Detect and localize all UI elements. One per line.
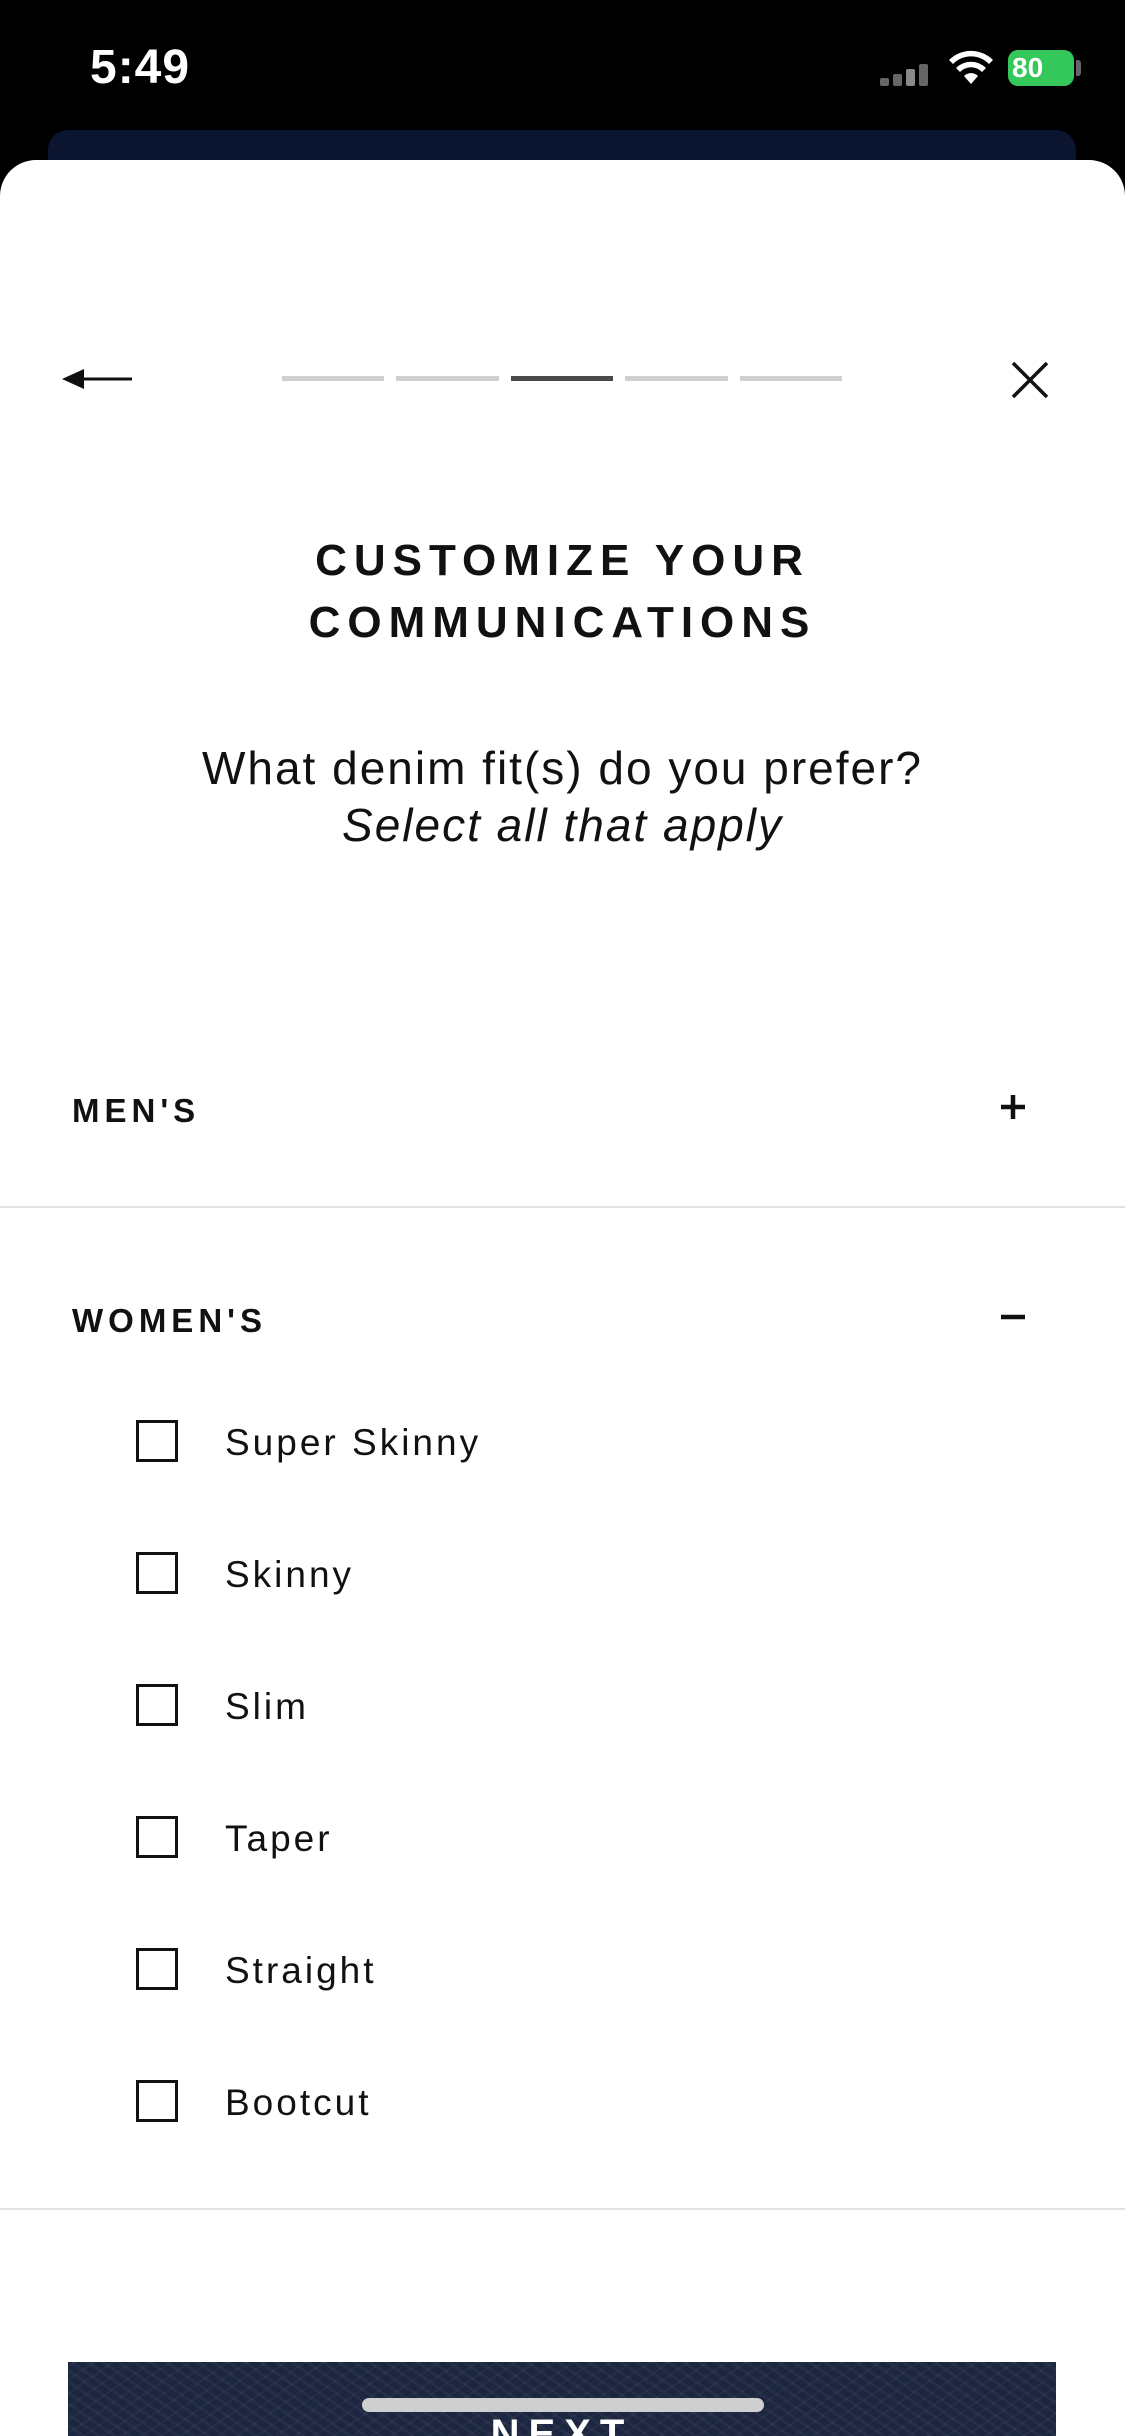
wifi-icon <box>949 50 993 84</box>
battery-level: 80 <box>1012 52 1044 83</box>
minus-icon <box>1001 1314 1025 1320</box>
section-womens-label: WOMEN'S <box>72 1302 268 1339</box>
progress-step-1 <box>282 376 385 381</box>
option-straight[interactable]: Straight <box>136 1942 836 2002</box>
checkbox[interactable] <box>136 1684 178 1726</box>
divider <box>0 2208 1125 2210</box>
section-mens-label: MEN'S <box>72 1092 201 1129</box>
arrow-left-icon <box>62 369 132 389</box>
close-icon <box>1011 361 1049 399</box>
step-progress <box>282 376 843 382</box>
back-button[interactable] <box>58 350 138 410</box>
option-label: Bootcut <box>225 2082 372 2123</box>
instruction-text: Select all that apply <box>342 799 783 851</box>
section-womens[interactable]: WOMEN'S <box>0 1282 1125 1372</box>
option-label: Skinny <box>225 1554 355 1595</box>
battery-cap <box>1076 60 1081 76</box>
customize-sheet: CUSTOMIZE YOUR COMMUNICATIONS What denim… <box>0 160 1125 2436</box>
progress-step-3 <box>510 376 614 381</box>
status-time: 5:49 <box>90 41 191 94</box>
next-button-label: NEXT <box>490 2412 634 2436</box>
option-label: Taper <box>225 1818 333 1859</box>
page-title: CUSTOMIZE YOUR COMMUNICATIONS <box>0 530 1125 654</box>
progress-step-2 <box>396 376 499 381</box>
battery-icon: 80 <box>1008 50 1074 86</box>
option-label: Slim <box>225 1686 309 1727</box>
plus-icon <box>1001 1095 1025 1119</box>
option-skinny[interactable]: Skinny <box>136 1546 836 1606</box>
option-super-skinny[interactable]: Super Skinny <box>136 1414 836 1474</box>
checkbox[interactable] <box>136 1816 178 1858</box>
option-bootcut[interactable]: Bootcut <box>136 2074 836 2134</box>
section-mens[interactable]: MEN'S <box>0 1072 1125 1162</box>
checkbox[interactable] <box>136 1552 178 1594</box>
title-line-2: COMMUNICATIONS <box>308 598 817 647</box>
option-slim[interactable]: Slim <box>136 1678 836 1738</box>
status-bar: 5:49 80 <box>0 0 1125 130</box>
question-text: What denim fit(s) do you prefer? <box>201 742 924 794</box>
checkbox[interactable] <box>136 1948 178 1990</box>
option-taper[interactable]: Taper <box>136 1810 836 1870</box>
checkbox[interactable] <box>136 1420 178 1462</box>
checkbox[interactable] <box>136 2080 178 2122</box>
title-line-1: CUSTOMIZE YOUR <box>315 536 810 585</box>
cellular-signal-icon <box>880 62 932 86</box>
option-label: Super Skinny <box>225 1422 482 1463</box>
option-label: Straight <box>225 1950 377 1991</box>
close-button[interactable] <box>1000 350 1060 410</box>
home-indicator[interactable] <box>362 2398 764 2412</box>
progress-step-4 <box>625 376 728 381</box>
divider <box>0 1206 1125 1208</box>
progress-step-5 <box>739 376 843 381</box>
